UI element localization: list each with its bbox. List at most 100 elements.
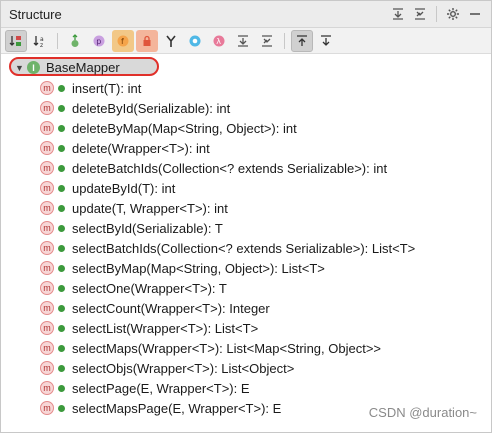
svg-text:f: f (121, 37, 124, 46)
tree-method-item[interactable]: m selectBatchIds(Collection<? extends Ser… (1, 238, 491, 258)
public-visibility-icon (57, 224, 66, 233)
show-lambda-expressions-icon[interactable]: λ (208, 30, 230, 52)
method-icon: m (40, 401, 54, 415)
public-visibility-icon (57, 404, 66, 413)
public-visibility-icon (57, 324, 66, 333)
tree-method-item[interactable]: m selectPage(E, Wrapper<T>): E (1, 378, 491, 398)
watermark: CSDN @duration~ (368, 405, 477, 420)
tree-method-item[interactable]: m deleteBatchIds(Collection<? extends Ser… (1, 158, 491, 178)
method-icon: m (40, 121, 54, 135)
public-visibility-icon (57, 104, 66, 113)
show-properties-icon[interactable]: p (88, 30, 110, 52)
method-icon: m (40, 321, 54, 335)
tree-method-item[interactable]: m deleteById(Serializable): int (1, 98, 491, 118)
sort-by-visibility-icon[interactable] (5, 29, 27, 52)
method-icon: m (40, 201, 54, 215)
public-visibility-icon (57, 284, 66, 293)
tree-method-item[interactable]: m deleteByMap(Map<String, Object>): int (1, 118, 491, 138)
show-non-public-icon[interactable] (136, 29, 158, 52)
method-signature: deleteBatchIds(Collection<? extends Seri… (72, 160, 388, 176)
structure-tree: ▼ I BaseMapper m insert(T): int m deleteByI… (1, 54, 491, 418)
method-list: m insert(T): int m deleteById(Serializable)… (1, 78, 491, 418)
method-signature: selectMaps(Wrapper<T>): List<Map<String,… (72, 340, 382, 356)
tree-method-item[interactable]: m delete(Wrapper<T>): int (1, 138, 491, 158)
expand-all-icon[interactable] (232, 30, 254, 52)
method-signature: selectPage(E, Wrapper<T>): E (72, 380, 250, 396)
method-signature: selectBatchIds(Collection<? extends Seri… (72, 240, 416, 256)
tree-method-item[interactable]: m selectByMap(Map<String, Object>): List<… (1, 258, 491, 278)
method-signature: deleteById(Serializable): int (72, 100, 231, 116)
method-icon: m (40, 81, 54, 95)
show-inherited-icon[interactable] (64, 30, 86, 52)
public-visibility-icon (57, 144, 66, 153)
tree-method-item[interactable]: m update(T, Wrapper<T>): int (1, 198, 491, 218)
method-icon: m (40, 381, 54, 395)
method-icon: m (40, 241, 54, 255)
method-icon: m (40, 341, 54, 355)
svg-text:λ: λ (216, 37, 221, 46)
collapse-all-icon[interactable] (256, 30, 278, 52)
tree-method-item[interactable]: m updateById(T): int (1, 178, 491, 198)
method-signature: selectOne(Wrapper<T>): T (72, 280, 227, 296)
show-fields-icon[interactable]: f (112, 29, 134, 52)
panel-title-bar: Structure (1, 1, 491, 28)
sort-alphabetically-icon[interactable]: az (29, 30, 51, 52)
method-icon: m (40, 281, 54, 295)
tree-method-item[interactable]: m selectOne(Wrapper<T>): T (1, 278, 491, 298)
method-signature: selectById(Serializable): T (72, 220, 223, 236)
public-visibility-icon (57, 164, 66, 173)
method-icon: m (40, 361, 54, 375)
tree-method-item[interactable]: m insert(T): int (1, 78, 491, 98)
public-visibility-icon (57, 384, 66, 393)
tree-root-node[interactable]: ▼ I BaseMapper (9, 57, 159, 78)
method-signature: deleteByMap(Map<String, Object>): int (72, 120, 297, 136)
structure-panel: Structure az p f λ ▼ I BaseMapper m inse… (0, 0, 492, 433)
chevron-down-icon[interactable]: ▼ (15, 63, 25, 73)
method-signature: delete(Wrapper<T>): int (72, 140, 210, 156)
structure-toolbar: az p f λ (1, 28, 491, 54)
public-visibility-icon (57, 204, 66, 213)
method-icon: m (40, 261, 54, 275)
public-visibility-icon (57, 84, 66, 93)
divider (284, 32, 285, 49)
public-visibility-icon (57, 124, 66, 133)
method-icon: m (40, 141, 54, 155)
method-icon: m (40, 221, 54, 235)
method-icon: m (40, 101, 54, 115)
show-lambdas-icon[interactable] (184, 30, 206, 52)
svg-text:p: p (96, 37, 101, 46)
public-visibility-icon (57, 244, 66, 253)
title-actions (388, 4, 491, 24)
hide-panel-icon[interactable] (465, 4, 485, 24)
method-signature: updateById(T): int (72, 180, 176, 196)
method-icon: m (40, 181, 54, 195)
autoscroll-from-source-icon[interactable] (315, 30, 337, 52)
show-anonymous-icon[interactable] (160, 30, 182, 52)
svg-text:z: z (40, 42, 43, 48)
method-signature: selectMapsPage(E, Wrapper<T>): E (72, 400, 282, 416)
panel-title: Structure (9, 6, 62, 22)
method-signature: selectList(Wrapper<T>): List<T> (72, 320, 259, 336)
tree-method-item[interactable]: m selectList(Wrapper<T>): List<T> (1, 318, 491, 338)
method-signature: selectObjs(Wrapper<T>): List<Object> (72, 360, 295, 376)
method-signature: selectByMap(Map<String, Object>): List<T… (72, 260, 325, 276)
method-signature: update(T, Wrapper<T>): int (72, 200, 228, 216)
interface-icon: I (27, 61, 40, 74)
method-icon: m (40, 301, 54, 315)
gear-icon[interactable] (443, 4, 463, 24)
tree-method-item[interactable]: m selectMaps(Wrapper<T>): List<Map<String… (1, 338, 491, 358)
public-visibility-icon (57, 264, 66, 273)
public-visibility-icon (57, 184, 66, 193)
tree-root-label: BaseMapper (46, 60, 120, 75)
divider (436, 6, 437, 22)
tree-method-item[interactable]: m selectById(Serializable): T (1, 218, 491, 238)
method-icon: m (40, 161, 54, 175)
tree-method-item[interactable]: m selectObjs(Wrapper<T>): List<Object> (1, 358, 491, 378)
collapse-all-icon[interactable] (410, 4, 430, 24)
public-visibility-icon (57, 304, 66, 313)
tree-method-item[interactable]: m selectCount(Wrapper<T>): Integer (1, 298, 491, 318)
public-visibility-icon (57, 344, 66, 353)
expand-all-icon[interactable] (388, 4, 408, 24)
autoscroll-to-source-icon[interactable] (291, 29, 313, 52)
method-signature: insert(T): int (72, 80, 142, 96)
